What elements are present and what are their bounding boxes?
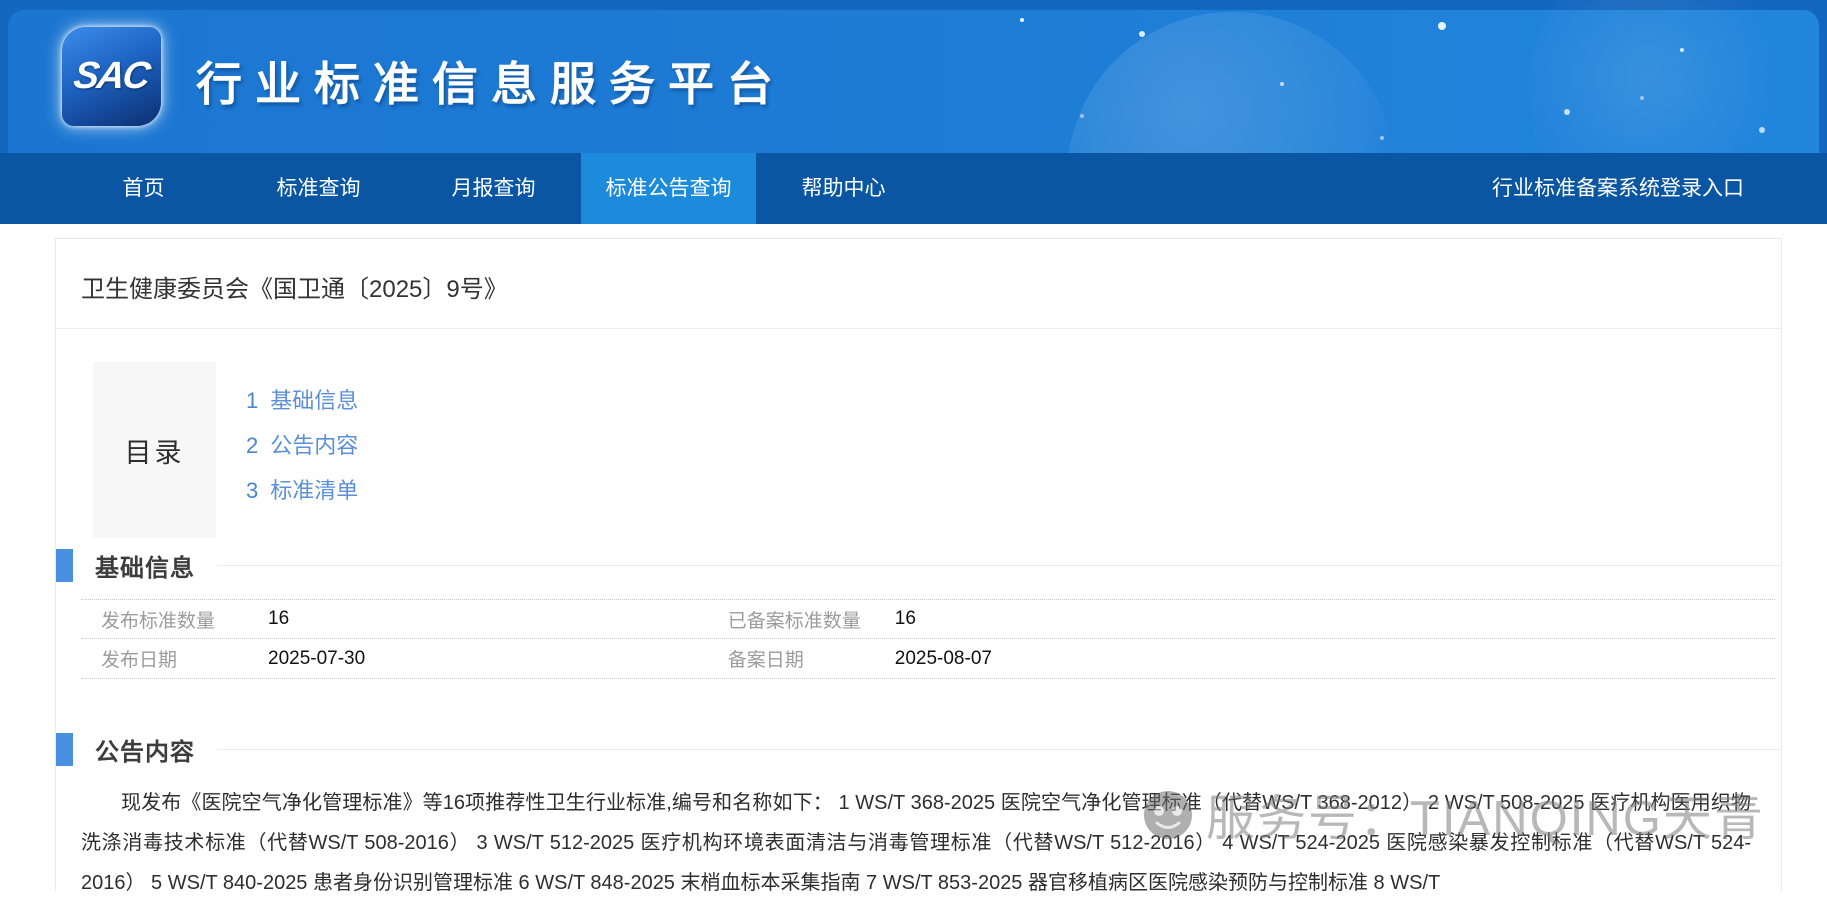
toc-link-label: 标准清单 xyxy=(270,478,358,503)
toc-link-basic-info[interactable]: 1 基础信息 xyxy=(246,378,358,423)
toc-link-label: 公告内容 xyxy=(270,433,358,458)
filing-system-login-link[interactable]: 行业标准备案系统登录入口 xyxy=(1492,153,1744,224)
basic-info-heading: 基础信息 xyxy=(95,548,195,583)
table-row: 发布日期 2025-07-30 备案日期 2025-08-07 xyxy=(81,639,1775,679)
page-title: 卫生健康委员会《国卫通〔2025〕9号》 xyxy=(56,239,1781,329)
field-value: 2025-08-07 xyxy=(895,648,992,670)
basic-info-section-header: 基础信息 xyxy=(56,548,1781,583)
section-divider-line xyxy=(217,565,1781,566)
field-label: 发布标准数量 xyxy=(101,606,268,633)
toc-links: 1 基础信息 2 公告内容 3 标准清单 xyxy=(216,362,358,538)
site-header: SAC 行业标准信息服务平台 xyxy=(0,0,1827,153)
field-value: 16 xyxy=(268,608,289,630)
announcement-section-header: 公告内容 xyxy=(56,732,1781,767)
table-cell: 发布标准数量 16 xyxy=(81,606,708,633)
basic-info-table: 发布标准数量 16 已备案标准数量 16 发布日期 2025-07-30 备案日… xyxy=(81,599,1775,679)
field-label: 已备案标准数量 xyxy=(728,606,895,633)
table-cell: 已备案标准数量 16 xyxy=(708,606,1775,633)
nav-item-standard-query[interactable]: 标准查询 xyxy=(231,153,406,224)
toc-link-standard-list[interactable]: 3 标准清单 xyxy=(246,468,358,513)
content-card: 卫生健康委员会《国卫通〔2025〕9号》 目录 1 基础信息 2 公告内容 3 标准清… xyxy=(55,238,1782,891)
main-nav: 首页 标准查询 月报查询 标准公告查询 帮助中心 行业标准备案系统登录入口 xyxy=(0,153,1827,224)
toc-link-label: 基础信息 xyxy=(270,388,358,413)
nav-item-announcement-query[interactable]: 标准公告查询 xyxy=(581,153,756,224)
nav-item-help-center[interactable]: 帮助中心 xyxy=(756,153,931,224)
toc-link-number: 3 xyxy=(246,478,258,503)
toc-link-number: 2 xyxy=(246,433,258,458)
announcement-heading: 公告内容 xyxy=(95,732,195,767)
field-label: 发布日期 xyxy=(101,645,268,672)
table-cell: 发布日期 2025-07-30 xyxy=(81,645,708,672)
field-value: 16 xyxy=(895,608,916,630)
site-title: 行业标准信息服务平台 xyxy=(196,48,786,114)
sac-logo-text: SAC xyxy=(71,55,151,98)
field-value: 2025-07-30 xyxy=(268,648,365,670)
sparkle-dots-decoration xyxy=(1020,18,1024,22)
announcement-paragraph: 现发布《医院空气净化管理标准》等16项推荐性卫生行业标准,编号和名称如下： 1 … xyxy=(81,783,1751,903)
toc-link-announcement-content[interactable]: 2 公告内容 xyxy=(246,423,358,468)
section-divider-line xyxy=(217,749,1781,750)
table-cell: 备案日期 2025-08-07 xyxy=(708,645,1775,672)
section-accent-bar xyxy=(56,733,73,766)
nav-item-home[interactable]: 首页 xyxy=(56,153,231,224)
field-label: 备案日期 xyxy=(728,645,895,672)
section-accent-bar xyxy=(56,549,73,582)
globe-graphic-small xyxy=(1527,0,1787,153)
sac-logo[interactable]: SAC xyxy=(62,27,161,126)
toc-link-number: 1 xyxy=(246,388,258,413)
table-of-contents: 目录 1 基础信息 2 公告内容 3 标准清单 xyxy=(93,362,1781,538)
nav-item-monthly-report-query[interactable]: 月报查询 xyxy=(406,153,581,224)
toc-heading: 目录 xyxy=(93,362,216,538)
table-row: 发布标准数量 16 已备案标准数量 16 xyxy=(81,599,1775,639)
